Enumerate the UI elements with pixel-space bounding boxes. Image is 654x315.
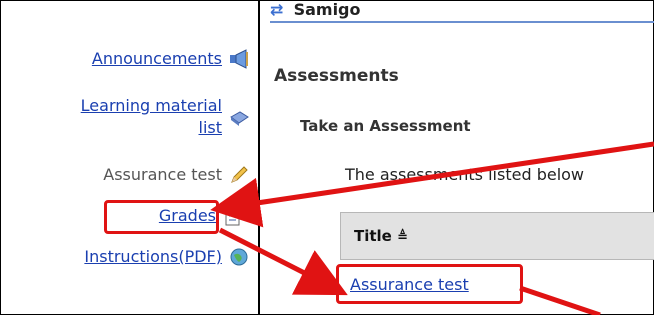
arrow-to-assurance-test <box>218 227 348 296</box>
arrow-continuation <box>519 285 601 315</box>
annotation-arrows <box>210 141 654 315</box>
arrow-to-grades <box>210 141 654 228</box>
